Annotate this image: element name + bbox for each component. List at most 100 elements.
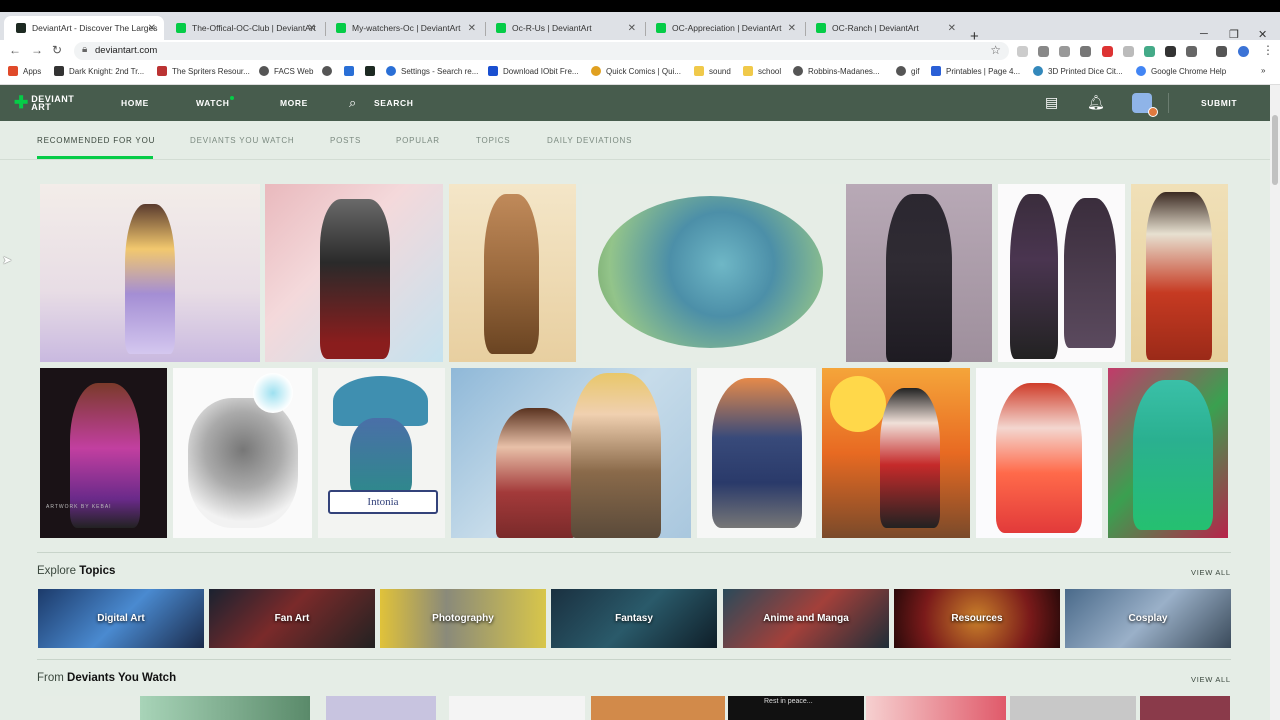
artwork-thumbnail-winged-demon[interactable] (998, 184, 1125, 362)
artwork-thumbnail-gown-woman[interactable] (40, 184, 260, 362)
adblock-icon[interactable] (1102, 46, 1113, 57)
deviantart-logo[interactable]: ✚ DEVIANT ART (14, 93, 74, 113)
back-arrow-icon[interactable]: ← (9, 43, 21, 57)
bookmark-apps[interactable]: Apps (8, 66, 41, 76)
extension-icon[interactable] (1144, 46, 1155, 57)
bookmark-folder-school[interactable]: school (743, 66, 781, 76)
topic-card-cosplay[interactable]: Cosplay (1065, 589, 1231, 648)
nav-more[interactable]: MORE (280, 98, 308, 108)
artwork-thumbnail-faun[interactable] (449, 184, 576, 362)
artwork-thumbnail-skeleton-creature[interactable] (173, 368, 312, 538)
extension-icon[interactable] (1080, 46, 1091, 57)
close-tab-icon[interactable]: ✕ (948, 23, 956, 34)
watched-artwork-thumbnail[interactable] (1010, 696, 1136, 720)
tab-deviants-you-watch[interactable]: DEVIANTS YOU WATCH (190, 136, 294, 145)
artwork-thumbnail-smiling-sun[interactable] (822, 368, 970, 538)
watched-artwork-thumbnail[interactable] (326, 696, 436, 720)
bookmark-printables[interactable]: Printables | Page 4... (931, 66, 1020, 76)
topic-card-resources[interactable]: Resources (894, 589, 1060, 648)
submit-button[interactable]: SUBMIT (1201, 98, 1237, 108)
bookmark-deviantart[interactable] (365, 66, 380, 76)
search-icon[interactable]: ⌕ (349, 95, 356, 111)
notifications-bell-icon[interactable]: 🔔︎ (1087, 94, 1105, 111)
extension-icon[interactable] (1059, 46, 1070, 57)
scrollbar-thumb[interactable] (1272, 115, 1278, 185)
extension-icon[interactable] (1017, 46, 1028, 57)
extension-icon[interactable] (1165, 46, 1176, 57)
bookmark-folder-sound[interactable]: sound (694, 66, 731, 76)
bookmark-gif[interactable]: gif (896, 66, 919, 76)
close-tab-icon[interactable]: ✕ (788, 23, 796, 34)
browser-tab-oc-club[interactable]: The-Offical-OC-Club | DeviantArt ✕ (164, 16, 324, 40)
download-icon[interactable] (1038, 46, 1049, 57)
bookmark-dark-knight[interactable]: Dark Knight: 2nd Tr... (54, 66, 144, 76)
artwork-thumbnail-wolf-boy[interactable] (846, 184, 992, 362)
bookmark-robbins-madanes[interactable]: Robbins-Madanes... (793, 66, 880, 76)
bookmark-settings[interactable]: Settings - Search re... (386, 66, 478, 76)
browser-tab-oc-ranch[interactable]: OC-Ranch | DeviantArt ✕ (804, 16, 964, 40)
watched-artwork-thumbnail[interactable] (866, 696, 1006, 720)
bookmark-spriters-resource[interactable]: The Spriters Resour... (157, 66, 250, 76)
close-tab-icon[interactable]: ✕ (148, 23, 156, 34)
minimize-window-icon[interactable]: ─ (1200, 28, 1208, 40)
browser-menu-icon[interactable]: ⋮ (1262, 43, 1274, 57)
tab-recommended[interactable]: RECOMMENDED FOR YOU (37, 136, 155, 145)
forward-arrow-icon[interactable]: → (31, 43, 43, 57)
reload-icon[interactable]: ↻ (52, 43, 62, 57)
artwork-thumbnail-winged-girl[interactable]: ARTWORK BY KEBAI (40, 368, 167, 538)
bookmark-quick-comics[interactable]: Quick Comics | Qui... (591, 66, 681, 76)
bookmark-chrome-help[interactable]: Google Chrome Help (1136, 66, 1226, 76)
address-bar[interactable]: 🔒︎ deviantart.com ☆ (74, 42, 1009, 60)
bookmark-favicon-icon (931, 66, 941, 76)
topic-card-fan-art[interactable]: Fan Art (209, 589, 375, 648)
extension-icon[interactable] (1123, 46, 1134, 57)
page-scrollbar[interactable] (1270, 85, 1280, 720)
browser-tab-deviantart-home[interactable]: DeviantArt - Discover The Larges ✕ (4, 16, 164, 40)
artwork-thumbnail-sword-girl[interactable] (265, 184, 443, 362)
topic-card-fantasy[interactable]: Fantasy (551, 589, 717, 648)
bookmark-download[interactable] (344, 66, 359, 76)
browser-tab-oc-r-us[interactable]: Oc-R-Us | DeviantArt ✕ (484, 16, 644, 40)
nav-home[interactable]: HOME (121, 98, 149, 108)
close-tab-icon[interactable]: ✕ (468, 23, 476, 34)
reading-list-icon[interactable] (1216, 46, 1227, 57)
bookmark-facs-web[interactable]: FACS Web (259, 66, 313, 76)
bookmark-star-icon[interactable]: ☆ (990, 43, 1001, 57)
view-all-topics-link[interactable]: VIEW ALL (1191, 568, 1231, 577)
tab-popular[interactable]: POPULAR (396, 136, 440, 145)
artwork-thumbnail-robed-figure[interactable] (1131, 184, 1228, 362)
artwork-thumbnail-green-hoodie[interactable] (1108, 368, 1228, 538)
nav-search[interactable]: SEARCH (374, 98, 414, 108)
artwork-thumbnail-two-knights[interactable] (697, 368, 816, 538)
topic-card-digital-art[interactable]: Digital Art (38, 589, 204, 648)
watched-artwork-thumbnail[interactable] (1140, 696, 1230, 720)
watched-artwork-thumbnail[interactable] (140, 696, 310, 720)
bookmarks-overflow-icon[interactable]: » (1261, 66, 1265, 75)
artwork-thumbnail-red-hair-girl[interactable] (976, 368, 1102, 538)
browser-tab-my-watchers[interactable]: My-watchers-Oc | DeviantArt ✕ (324, 16, 484, 40)
tab-topics[interactable]: TOPICS (476, 136, 510, 145)
watched-artwork-thumbnail[interactable] (40, 696, 140, 720)
watched-artwork-thumbnail[interactable] (591, 696, 725, 720)
topic-card-anime-and-manga[interactable]: Anime and Manga (723, 589, 889, 648)
close-tab-icon[interactable]: ✕ (308, 23, 316, 34)
watched-artwork-thumbnail[interactable] (449, 696, 585, 720)
folder-icon (743, 66, 753, 76)
artwork-thumbnail-intonia-witch[interactable]: Intonia (318, 368, 445, 538)
messages-icon[interactable]: ▤ (1045, 94, 1058, 111)
nav-watch[interactable]: WATCH (196, 98, 230, 108)
bookmark-3d-dice[interactable]: 3D Printed Dice Cit... (1033, 66, 1123, 76)
browser-tab-oc-appreciation[interactable]: OC-Appreciation | DeviantArt ✕ (644, 16, 804, 40)
tab-daily-deviations[interactable]: DAILY DEVIATIONS (547, 136, 632, 145)
bookmark-globe[interactable] (322, 66, 337, 76)
tab-posts[interactable]: POSTS (330, 136, 361, 145)
artwork-thumbnail-couple-dance[interactable] (451, 368, 691, 538)
profile-avatar-icon[interactable] (1238, 46, 1249, 57)
bookmark-iobit[interactable]: Download IObit Fre... (488, 66, 579, 76)
close-tab-icon[interactable]: ✕ (628, 23, 636, 34)
extension-icon[interactable] (1186, 46, 1197, 57)
watched-artwork-thumbnail[interactable]: Rest in peace... (728, 696, 864, 720)
topic-card-photography[interactable]: Photography (380, 589, 546, 648)
artwork-thumbnail-blue-beast[interactable] (582, 184, 840, 362)
view-all-deviants-link[interactable]: VIEW ALL (1191, 675, 1231, 684)
